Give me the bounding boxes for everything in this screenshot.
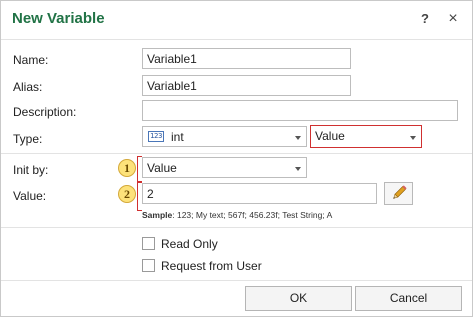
value-value: 2 bbox=[147, 187, 154, 201]
type-value: int bbox=[171, 130, 184, 144]
close-button[interactable]: × bbox=[445, 10, 461, 28]
title-divider bbox=[1, 39, 472, 40]
new-variable-dialog: New Variable ? × Name: Variable1 Alias: … bbox=[0, 0, 473, 317]
cancel-button[interactable]: Cancel bbox=[355, 286, 462, 311]
sample-prefix: Sample bbox=[142, 210, 173, 220]
type-label: Type: bbox=[13, 132, 43, 146]
chevron-down-icon bbox=[293, 131, 303, 143]
integer-type-icon: 123 bbox=[148, 131, 164, 142]
type-kind-value: Value bbox=[315, 129, 345, 143]
sample-text: : 123; My text; 567f; 456.23f; Test Stri… bbox=[172, 210, 333, 220]
init-by-value: Value bbox=[147, 161, 177, 175]
request-from-user-checkbox[interactable] bbox=[142, 259, 155, 272]
step-2-badge: 2 bbox=[118, 185, 136, 203]
description-label: Description: bbox=[13, 105, 77, 119]
init-by-label: Init by: bbox=[13, 163, 49, 177]
pencil-icon bbox=[393, 185, 407, 199]
dialog-footer: OK Cancel bbox=[1, 282, 472, 316]
chevron-down-icon bbox=[408, 131, 418, 143]
request-from-user-label: Request from User bbox=[161, 259, 262, 273]
value-field[interactable]: 2 bbox=[142, 183, 377, 204]
value-label: Value: bbox=[13, 189, 47, 203]
name-label: Name: bbox=[13, 53, 49, 67]
type-select[interactable]: 123 int bbox=[142, 126, 307, 147]
read-only-label: Read Only bbox=[161, 237, 218, 251]
read-only-checkbox[interactable] bbox=[142, 237, 155, 250]
footer-divider bbox=[1, 280, 472, 281]
alias-label: Alias: bbox=[13, 80, 43, 94]
chevron-down-icon bbox=[293, 162, 303, 174]
type-kind-select[interactable]: Value bbox=[310, 125, 422, 148]
ok-button[interactable]: OK bbox=[245, 286, 352, 311]
init-by-select[interactable]: Value bbox=[142, 157, 307, 178]
name-value: Variable1 bbox=[147, 52, 197, 66]
title-bar: New Variable ? × bbox=[1, 1, 472, 39]
sample-hint: Sample: 123; My text; 567f; 456.23f; Tes… bbox=[142, 210, 332, 220]
alias-field[interactable]: Variable1 bbox=[142, 75, 351, 96]
section-divider-2 bbox=[1, 227, 472, 228]
description-field[interactable] bbox=[142, 100, 458, 121]
section-divider-1 bbox=[1, 153, 472, 154]
name-field[interactable]: Variable1 bbox=[142, 48, 351, 69]
help-button[interactable]: ? bbox=[417, 11, 433, 29]
step-1-badge: 1 bbox=[118, 159, 136, 177]
edit-value-button[interactable] bbox=[384, 182, 413, 205]
alias-value: Variable1 bbox=[147, 79, 197, 93]
dialog-title: New Variable bbox=[12, 10, 105, 27]
